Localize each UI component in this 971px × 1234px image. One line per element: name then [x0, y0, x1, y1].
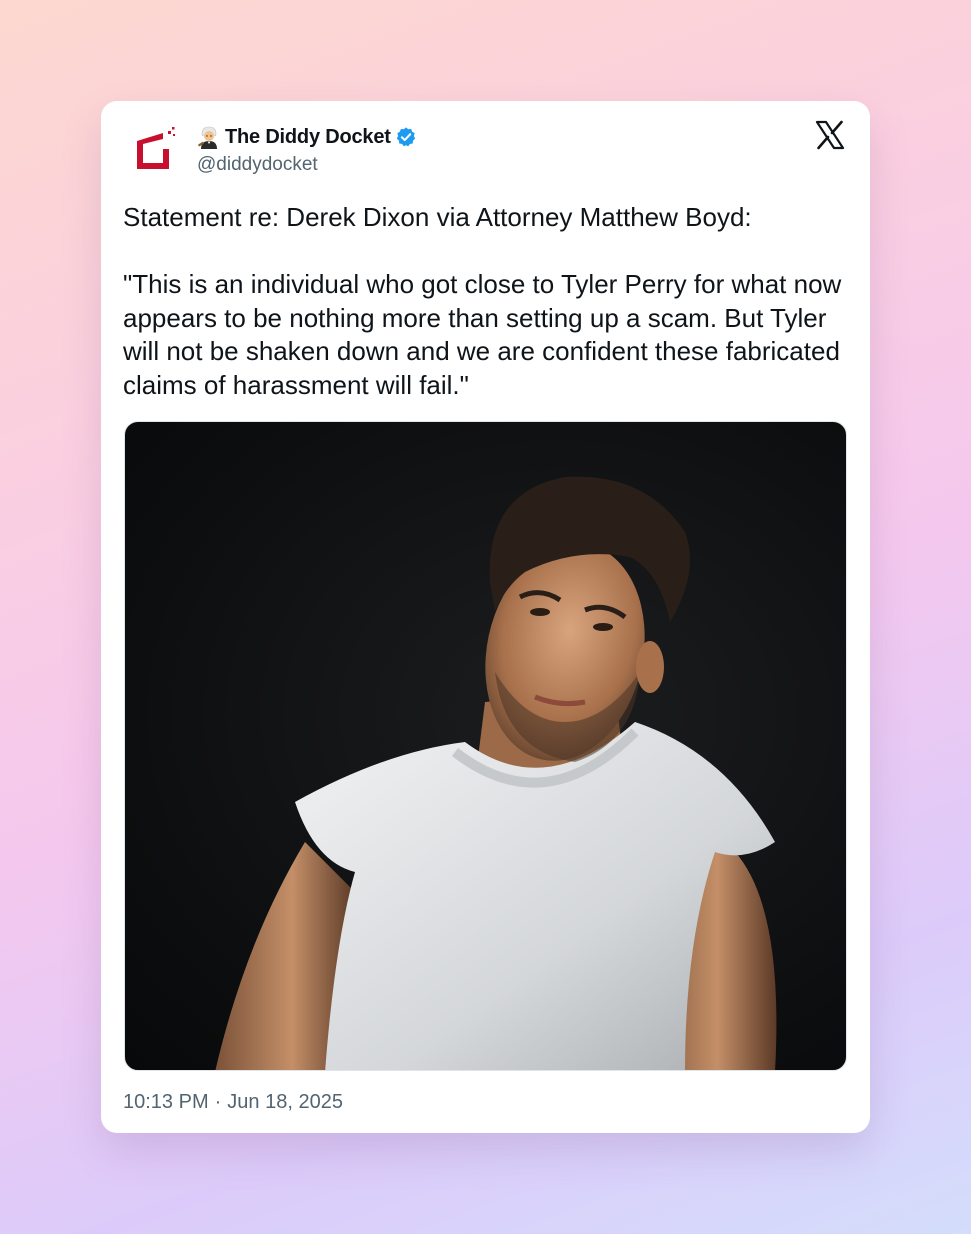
tweet-intro-line: Statement re: Derek Dixon via Attorney M…: [123, 202, 752, 232]
x-logo-icon[interactable]: [814, 119, 846, 151]
timestamp-separator: ·: [214, 1091, 222, 1113]
author-display-name[interactable]: The Diddy Docket: [225, 126, 391, 149]
tweet-timestamp[interactable]: 10:13 PM · Jun 18, 2025: [123, 1091, 343, 1114]
red-docket-logo-icon[interactable]: [131, 123, 181, 173]
author-handle[interactable]: @diddydocket: [197, 154, 318, 176]
tweet-quote: "This is an individual who got close to …: [123, 269, 842, 400]
verified-badge-icon: [396, 127, 415, 147]
author-name-row[interactable]: The Diddy Docket: [197, 123, 417, 151]
tweet-photo[interactable]: [124, 421, 847, 1071]
tweet-body: Statement re: Derek Dixon via Attorney M…: [123, 201, 853, 402]
judge-emoji-icon: [198, 126, 217, 149]
tweet-card: The Diddy Docket @diddydocket Statement …: [101, 101, 870, 1133]
portrait-photo: [215, 476, 777, 1070]
tweet-date: Jun 18, 2025: [227, 1091, 343, 1113]
tweet-time: 10:13 PM: [123, 1091, 209, 1113]
